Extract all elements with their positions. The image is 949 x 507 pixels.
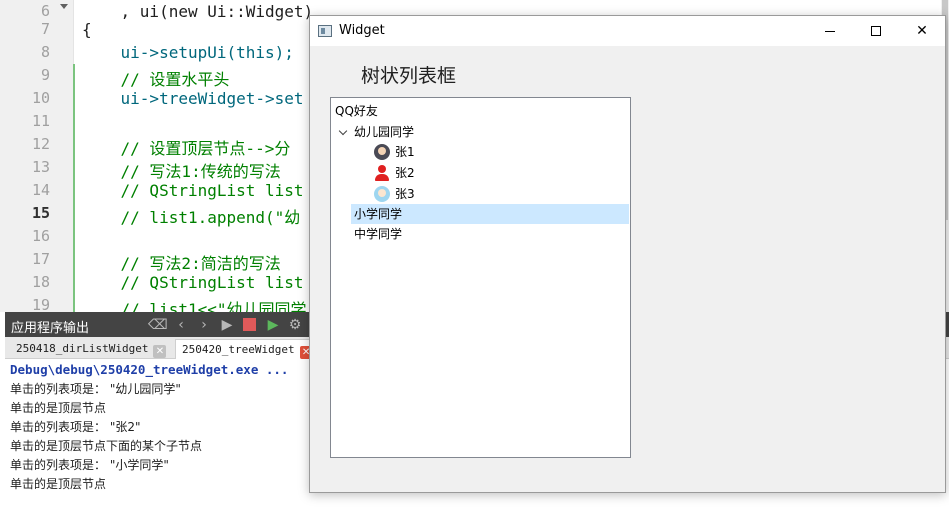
previous-icon[interactable]: ‹	[172, 316, 190, 334]
change-marker	[73, 248, 75, 271]
app-window-icon	[318, 25, 332, 37]
clear-output-icon[interactable]: ⌫	[148, 316, 168, 334]
tab-treewidget[interactable]: 250420_treeWidget ✕	[175, 339, 320, 359]
window-title: Widget	[339, 23, 385, 38]
change-marker	[73, 64, 75, 87]
change-marker	[73, 179, 75, 202]
tree-item-primary-school[interactable]: 小学同学	[351, 204, 629, 224]
code-text: // list1<<"幼儿园同学	[82, 300, 307, 312]
close-button[interactable]: ✕	[899, 16, 945, 46]
debug-run-icon[interactable]: ▶	[264, 316, 282, 334]
line-number: 9	[40, 66, 50, 84]
change-marker	[73, 271, 75, 294]
code-text: // QStringList list	[82, 273, 304, 292]
close-icon: ✕	[916, 23, 928, 39]
tree-header: QQ好友	[335, 104, 378, 118]
maximize-button[interactable]	[853, 16, 899, 46]
tree-item-label: 张2	[395, 166, 415, 180]
tree-item-label: 小学同学	[354, 207, 403, 221]
close-icon[interactable]: ✕	[153, 345, 167, 358]
page-title: 树状列表框	[361, 65, 457, 87]
line-number: 18	[31, 273, 50, 291]
line-number: 13	[31, 158, 50, 176]
tree-widget[interactable]: QQ好友 幼儿园同学 张1 张2 张3 小学同学 中学同学	[330, 97, 631, 458]
log-line: 单击的列表项是： "张2"	[10, 420, 141, 434]
tree-item-label: 张3	[395, 187, 415, 201]
tree-item-zhang3[interactable]: 张3	[332, 184, 629, 204]
avatar-icon	[374, 144, 390, 160]
change-marker	[73, 110, 75, 133]
tab-label: 250418_dirListWidget	[16, 342, 149, 355]
log-line: 单击的列表项是： "幼儿园同学"	[10, 382, 181, 396]
avatar-icon	[374, 186, 390, 202]
change-marker	[73, 225, 75, 248]
code-text: {	[82, 20, 92, 39]
tab-label: 250420_treeWidget	[182, 343, 295, 356]
minimize-button[interactable]	[807, 16, 853, 46]
change-marker	[73, 87, 75, 110]
widget-window: Widget ✕ 树状列表框 QQ好友 幼儿园同学 张1 张2 张3 小学同学 …	[309, 15, 946, 493]
change-marker	[73, 156, 75, 179]
line-number: 8	[40, 43, 50, 61]
line-number: 16	[31, 227, 50, 245]
line-number: 10	[31, 89, 50, 107]
code-text: ui->treeWidget->set	[82, 89, 304, 108]
log-line: Debug\debug\250420_treeWidget.exe ...	[10, 362, 289, 377]
next-icon[interactable]: ›	[195, 316, 213, 334]
output-pane-title: 应用程序输出	[11, 321, 90, 336]
line-number: 12	[31, 135, 50, 153]
tree-item-middle-school[interactable]: 中学同学	[332, 224, 629, 244]
code-text: // QStringList list	[82, 181, 304, 200]
stop-icon[interactable]	[243, 318, 256, 331]
maximize-icon	[871, 26, 881, 36]
tree-item-label: 中学同学	[354, 227, 403, 241]
log-line: 单击的是顶层节点下面的某个子节点	[10, 439, 203, 453]
log-line: 单击的列表项是： "小学同学"	[10, 458, 169, 472]
tree-item-zhang1[interactable]: 张1	[332, 142, 629, 162]
line-number: 11	[31, 112, 50, 130]
line-number: 19	[31, 296, 50, 312]
tree-item-label: 张1	[395, 145, 415, 159]
fold-arrow-icon[interactable]	[60, 4, 68, 9]
window-title-bar[interactable]: Widget ✕	[310, 16, 945, 46]
change-marker	[73, 133, 75, 156]
line-number: 17	[31, 250, 50, 268]
log-line: 单击的是顶层节点	[10, 477, 107, 491]
code-text: ui->setupUi(this);	[82, 43, 294, 62]
line-number: 7	[40, 20, 50, 38]
gear-icon[interactable]: ⚙	[286, 316, 304, 334]
log-line: 单击的是顶层节点	[10, 401, 107, 415]
line-number: 15	[31, 204, 50, 222]
tree-item-kindergarten[interactable]: 幼儿园同学	[332, 122, 629, 142]
expand-arrow-icon[interactable]	[338, 126, 348, 136]
change-marker	[73, 202, 75, 225]
change-marker	[73, 294, 75, 312]
minimize-icon	[825, 30, 835, 32]
tree-item-zhang2[interactable]: 张2	[332, 163, 629, 183]
person-icon	[374, 165, 390, 181]
tab-dirlistwidget[interactable]: 250418_dirListWidget ✕	[10, 339, 172, 359]
tree-item-label: 幼儿园同学	[354, 125, 415, 139]
line-number: 14	[31, 181, 50, 199]
run-icon[interactable]: ▶	[218, 316, 236, 334]
